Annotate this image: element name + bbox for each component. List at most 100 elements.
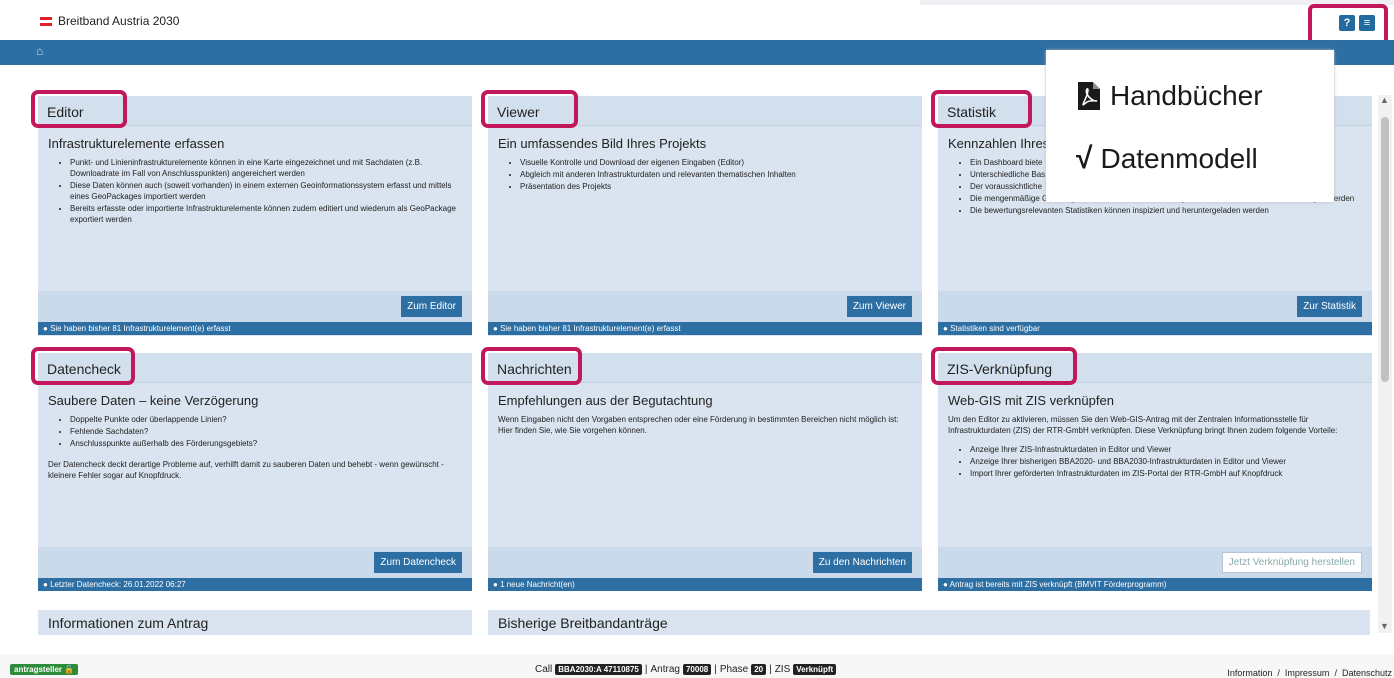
- list-item: Doppelte Punkte oder überlappende Linien…: [70, 414, 462, 425]
- zis-value: Verknüpft: [793, 664, 837, 675]
- status-text: Sie haben bisher 81 Infrastrukturelement…: [50, 324, 231, 333]
- separator: |: [644, 664, 648, 675]
- footer-status: Call BBA2030:A 47110875 | Antrag 70008 |…: [535, 664, 837, 675]
- card-body: Infrastrukturelemente erfassen Punkt- un…: [38, 126, 472, 236]
- list-item: Präsentation des Projekts: [520, 181, 912, 192]
- brand-name: Breitband Austria 2030: [58, 14, 180, 28]
- scroll-thumb[interactable]: [1381, 117, 1389, 382]
- status-text: Antrag ist bereits mit ZIS verknüpft (BM…: [949, 580, 1167, 589]
- card-footer: Zur Statistik: [938, 291, 1372, 322]
- card-status: ● 1 neue Nachricht(en): [488, 578, 922, 591]
- list-item: Fehlende Sachdaten?: [70, 426, 462, 437]
- bullet-list: Anzeige Ihrer ZIS-Infrastrukturdaten in …: [970, 444, 1362, 479]
- scroll-up-icon[interactable]: ▲: [1380, 95, 1389, 105]
- list-item: Die bewertungsrelevanten Statistiken kön…: [970, 205, 1362, 216]
- list-item: Abgleich mit anderen Infrastrukturdaten …: [520, 169, 912, 180]
- highlight-datencheck: [31, 347, 135, 385]
- lock-icon: 🔓: [64, 665, 75, 674]
- scrollbar[interactable]: ▲ ▼: [1378, 95, 1392, 633]
- link-separator: /: [1277, 668, 1280, 678]
- scroll-down-icon[interactable]: ▼: [1380, 621, 1389, 631]
- link-information[interactable]: Information: [1227, 668, 1272, 678]
- verknuepfung-herstellen-button[interactable]: Jetzt Verknüpfung herstellen: [1221, 552, 1362, 573]
- card-title: Bisherige Breitbandanträge: [498, 615, 668, 631]
- separator: |: [769, 664, 772, 675]
- austria-flag-icon: [40, 16, 52, 26]
- status-text: 1 neue Nachricht(en): [500, 580, 575, 589]
- card-status: ● Sie haben bisher 81 Infrastruktureleme…: [488, 322, 922, 335]
- card-editor: Editor Infrastrukturelemente erfassen Pu…: [38, 96, 472, 336]
- menu-item-label: Datenmodell: [1100, 143, 1258, 174]
- card-text: Um den Editor zu aktivieren, müssen Sie …: [948, 415, 1338, 435]
- link-impressum[interactable]: Impressum: [1285, 668, 1330, 678]
- menu-item-datenmodell[interactable]: √ Datenmodell: [1076, 142, 1258, 176]
- card-datencheck: Datencheck Saubere Daten – keine Verzöge…: [38, 353, 472, 591]
- card-subtitle: Infrastrukturelemente erfassen: [48, 136, 225, 151]
- card-footer: Zum Viewer: [488, 291, 922, 322]
- card-body: Web-GIS mit ZIS verknüpfen Um den Editor…: [938, 383, 1372, 490]
- card-footer: Jetzt Verknüpfung herstellen: [938, 547, 1372, 578]
- status-text: Statistiken sind verfügbar: [950, 324, 1040, 333]
- zis-label: ZIS: [774, 664, 791, 675]
- phase-value: 20: [751, 664, 767, 675]
- card-subtitle: Empfehlungen aus der Begutachtung: [498, 393, 713, 408]
- list-item: Anzeige Ihrer bisherigen BBA2020- und BB…: [970, 456, 1362, 467]
- card-antrag-info: Informationen zum Antrag: [38, 610, 472, 635]
- zu-den-nachrichten-button[interactable]: Zu den Nachrichten: [812, 552, 912, 573]
- card-subtitle: Saubere Daten – keine Verzögerung: [48, 393, 259, 408]
- phase-label: Phase: [719, 664, 749, 675]
- card-status: ● Sie haben bisher 81 Infrastruktureleme…: [38, 322, 472, 335]
- list-item: Anschlusspunkte außerhalb des Förderungs…: [70, 438, 462, 449]
- card-status: ● Antrag ist bereits mit ZIS verknüpft (…: [938, 578, 1372, 591]
- role-badge[interactable]: antragsteller 🔓: [10, 664, 79, 675]
- antrag-value: 70008: [682, 664, 712, 675]
- call-value: BBA2030:A 47110875: [555, 664, 642, 675]
- bullet-list: Visuelle Kontrolle und Download der eige…: [520, 157, 912, 192]
- zum-editor-button[interactable]: Zum Editor: [401, 296, 462, 317]
- footer-links: Information / Impressum / Datenschutz: [1227, 668, 1392, 678]
- card-subtitle: Web-GIS mit ZIS verknüpfen: [948, 393, 1114, 408]
- card-body: Ein umfassendes Bild Ihres Projekts Visu…: [488, 126, 922, 203]
- list-item: Anzeige Ihrer ZIS-Infrastrukturdaten in …: [970, 444, 1362, 455]
- card-body: Empfehlungen aus der Begutachtung Wenn E…: [488, 383, 922, 446]
- list-item: Bereits erfasste oder importierte Infras…: [70, 203, 462, 225]
- card-text: Der Datencheck deckt derartige Probleme …: [48, 460, 444, 480]
- list-item: Import Ihrer geförderten Infrastrukturda…: [970, 468, 1362, 479]
- card-title: Informationen zum Antrag: [48, 615, 209, 631]
- card-zis: ZIS-Verknüpfung Web-GIS mit ZIS verknüpf…: [938, 353, 1372, 591]
- highlight-statistik: [931, 90, 1032, 128]
- zum-datencheck-button[interactable]: Zum Datencheck: [374, 552, 462, 573]
- card-viewer: Viewer Ein umfassendes Bild Ihres Projek…: [488, 96, 922, 336]
- card-footer: Zu den Nachrichten: [488, 547, 922, 578]
- zur-statistik-button[interactable]: Zur Statistik: [1297, 296, 1362, 317]
- zum-viewer-button[interactable]: Zum Viewer: [846, 296, 912, 317]
- status-text: Letzter Datencheck: 26.01.2022 06:27: [50, 580, 186, 589]
- help-menu-popup: Handbücher √ Datenmodell: [1046, 50, 1334, 202]
- status-text: Sie haben bisher 81 Infrastrukturelement…: [500, 324, 681, 333]
- pdf-icon: [1078, 82, 1100, 110]
- list-item: Punkt- und Linieninfrastrukturelemente k…: [70, 157, 462, 179]
- separator: |: [714, 664, 717, 675]
- bullet-list: Punkt- und Linieninfrastrukturelemente k…: [70, 157, 462, 225]
- footer: antragsteller 🔓 Call BBA2030:A 47110875 …: [0, 654, 1394, 678]
- brand-logo[interactable]: Breitband Austria 2030: [40, 14, 179, 28]
- link-datenschutz[interactable]: Datenschutz: [1342, 668, 1392, 678]
- card-bisherige: Bisherige Breitbandanträge: [488, 610, 1370, 635]
- list-item: Visuelle Kontrolle und Download der eige…: [520, 157, 912, 168]
- highlight-editor: [31, 90, 127, 128]
- link-separator: /: [1334, 668, 1337, 678]
- menu-item-handbuecher[interactable]: Handbücher: [1076, 80, 1263, 112]
- card-footer: Zum Datencheck: [38, 547, 472, 578]
- card-subtitle: Ein umfassendes Bild Ihres Projekts: [498, 136, 707, 151]
- call-label: Call: [535, 664, 553, 675]
- card-body: Saubere Daten – keine Verzögerung Doppel…: [38, 383, 472, 491]
- home-icon[interactable]: ⌂: [36, 44, 43, 58]
- bullet-list: Doppelte Punkte oder überlappende Linien…: [70, 414, 462, 449]
- formula-icon: √: [1076, 142, 1093, 175]
- role-badge-label: antragsteller: [14, 665, 63, 674]
- card-footer: Zum Editor: [38, 291, 472, 322]
- highlight-zis: [931, 347, 1077, 385]
- list-item: Diese Daten können auch (soweit vorhande…: [70, 180, 462, 202]
- card-status: ● Letzter Datencheck: 26.01.2022 06:27: [38, 578, 472, 591]
- top-bar: Breitband Austria 2030 ? ≡: [0, 0, 1394, 46]
